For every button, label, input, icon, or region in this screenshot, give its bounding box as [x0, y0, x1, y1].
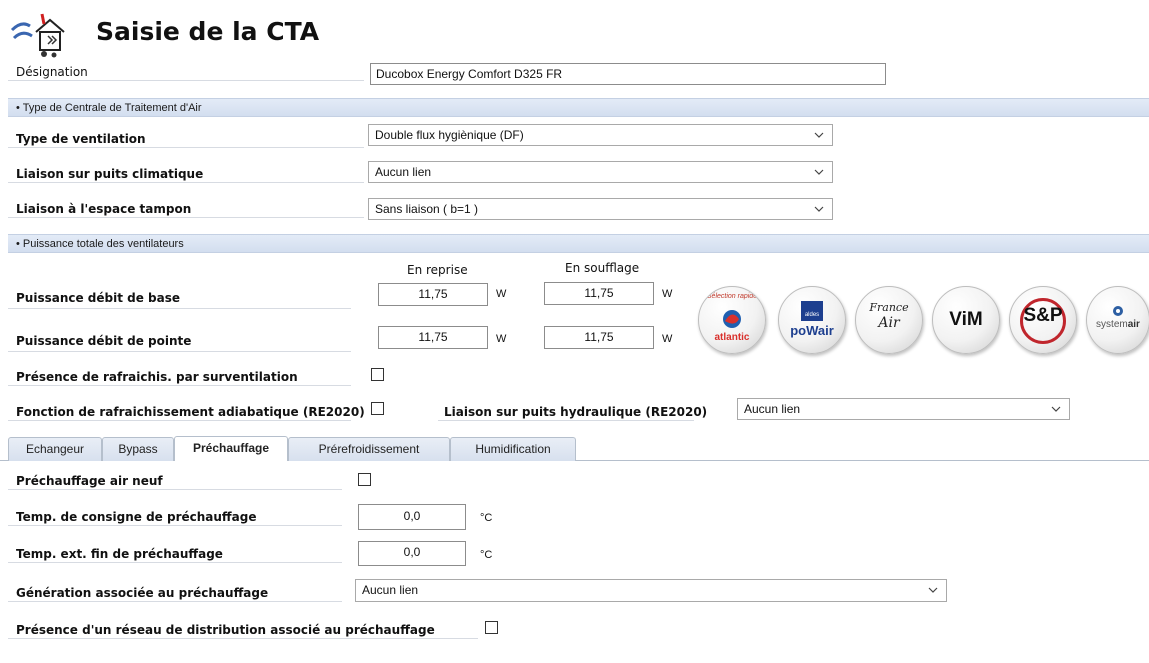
atlantic-arc-text: Sélection rapide	[706, 293, 758, 300]
unit-w: W	[496, 333, 507, 345]
powair-name: poWair	[790, 323, 834, 338]
reseau-label: Présence d'un réseau de distribution ass…	[8, 621, 478, 639]
puissance-pointe-label: Puissance débit de pointe	[8, 330, 351, 352]
puissance-pointe-soufflage-field[interactable]: 11,75	[544, 326, 654, 349]
reseau-checkbox[interactable]	[485, 621, 498, 634]
puissance-pointe-reprise-field[interactable]: 11,75	[378, 326, 488, 349]
fin-prechauffage-label: Temp. ext. fin de préchauffage	[8, 545, 342, 563]
type-ventilation-label: Type de ventilation	[8, 130, 364, 148]
type-ventilation-value: Double flux hygiènique (DF)	[375, 128, 524, 142]
sp-logo-button[interactable]: S&P	[1009, 286, 1077, 354]
generation-select[interactable]: Aucun lien	[355, 579, 947, 602]
designation-label: Désignation	[8, 64, 364, 81]
consigne-field[interactable]: 0,0	[358, 504, 466, 530]
puissance-base-soufflage-field[interactable]: 11,75	[544, 282, 654, 305]
puits-climatique-value: Aucun lien	[375, 165, 432, 179]
tab-echangeur[interactable]: Echangeur	[8, 437, 102, 461]
aldes-badge: aldes	[801, 301, 823, 321]
unit-w: W	[662, 333, 673, 345]
type-ventilation-select[interactable]: Double flux hygiènique (DF)	[368, 124, 833, 146]
systemair-name-1: system	[1096, 319, 1128, 330]
unit-w: W	[662, 288, 673, 300]
puissance-base-reprise-field[interactable]: 11,75	[378, 283, 488, 306]
generation-label: Génération associée au préchauffage	[8, 584, 342, 602]
puits-hydraulique-value: Aucun lien	[744, 402, 801, 416]
vim-logo-button[interactable]: ViM	[932, 286, 1000, 354]
atlantic-name: atlantic	[714, 332, 750, 343]
unit-celsius: °C	[480, 512, 493, 524]
chevron-down-icon	[1051, 406, 1061, 412]
chevron-down-icon	[814, 169, 824, 175]
tab-bypass[interactable]: Bypass	[102, 437, 174, 461]
chevron-down-icon	[814, 206, 824, 212]
france-air-line2: Air	[878, 315, 900, 331]
tab-prerefroidissement[interactable]: Prérefroidissement	[288, 437, 450, 461]
espace-tampon-select[interactable]: Sans liaison ( b=1 )	[368, 198, 833, 220]
puits-climatique-label: Liaison sur puits climatique	[8, 165, 364, 183]
unit-w: W	[496, 288, 507, 300]
prechauffage-air-neuf-checkbox[interactable]	[358, 473, 371, 486]
atlantic-logo-button[interactable]: Sélection rapide atlantic	[698, 286, 766, 354]
sp-name: S&P	[1023, 305, 1063, 326]
systemair-icon	[1087, 305, 1149, 320]
espace-tampon-label: Liaison à l'espace tampon	[8, 200, 364, 218]
puits-hydraulique-select[interactable]: Aucun lien	[737, 398, 1070, 420]
section-cta-type[interactable]: • Type de Centrale de Traitement d'Air	[8, 98, 1149, 117]
aldes-powair-logo-button[interactable]: aldes poWair	[778, 286, 846, 354]
rafraichis-checkbox[interactable]	[371, 368, 384, 381]
page-title: Saisie de la CTA	[96, 17, 320, 46]
consigne-label: Temp. de consigne de préchauffage	[8, 508, 342, 526]
vim-name: ViM	[949, 309, 983, 330]
section-puissance[interactable]: • Puissance totale des ventilateurs	[8, 234, 1149, 253]
adiabatique-label: Fonction de rafraichissement adiabatique…	[8, 403, 365, 421]
generation-value: Aucun lien	[362, 583, 419, 597]
systemair-logo-button[interactable]: systemair	[1086, 286, 1149, 354]
prechauffage-air-neuf-label: Préchauffage air neuf	[8, 472, 342, 490]
adiabatique-checkbox[interactable]	[371, 402, 384, 415]
designation-field[interactable]: Ducobox Energy Comfort D325 FR	[370, 63, 886, 85]
tab-prechauffage[interactable]: Préchauffage	[174, 436, 288, 461]
systemair-name-2: air	[1127, 319, 1140, 330]
puits-hydraulique-label: Liaison sur puits hydraulique (RE2020)	[438, 403, 707, 421]
app-ventilation-icon	[8, 10, 66, 60]
puissance-base-label: Puissance débit de base	[8, 287, 351, 309]
puits-climatique-select[interactable]: Aucun lien	[368, 161, 833, 183]
fin-prechauffage-field[interactable]: 0,0	[358, 541, 466, 566]
atlantic-flame-icon	[699, 307, 765, 334]
col-reprise-header: En reprise	[407, 263, 468, 277]
france-air-line1: France	[869, 301, 909, 314]
rafraichis-label: Présence de rafraichis. par surventilati…	[8, 368, 351, 386]
unit-celsius: °C	[480, 549, 493, 561]
chevron-down-icon	[814, 132, 824, 138]
chevron-down-icon	[928, 587, 938, 593]
tab-humidification[interactable]: Humidification	[450, 437, 576, 461]
espace-tampon-value: Sans liaison ( b=1 )	[375, 202, 479, 216]
col-soufflage-header: En soufflage	[565, 261, 640, 275]
france-air-logo-button[interactable]: France Air	[855, 286, 923, 354]
